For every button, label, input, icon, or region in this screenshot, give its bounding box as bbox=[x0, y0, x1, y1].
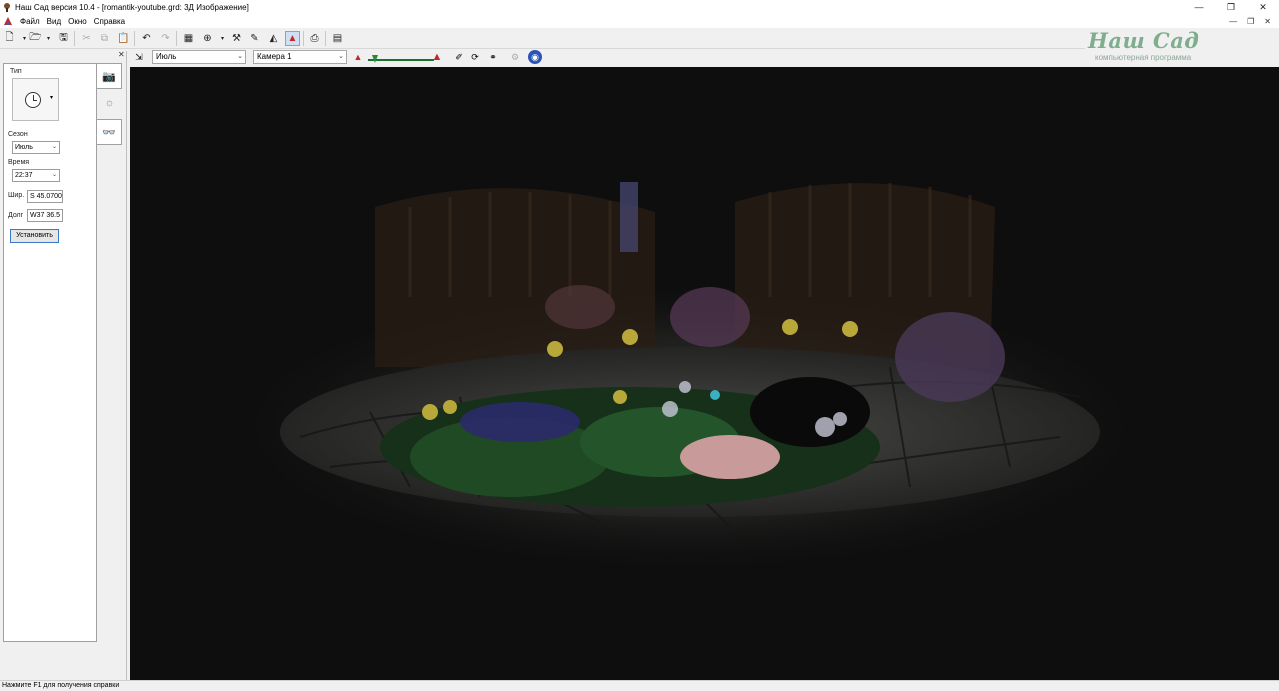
growth-large-icon: ▲ bbox=[431, 51, 443, 63]
grip-icon[interactable]: ⇲ bbox=[132, 50, 146, 64]
calculator-icon[interactable]: ▤ bbox=[330, 31, 345, 46]
latitude-input[interactable]: S 45.0700 bbox=[27, 190, 63, 203]
settings-panel-body: Тип ▾ Сезон Июль ⌄ Время 22:37 ⌄ Шир. S … bbox=[3, 63, 97, 642]
settings-panel: ✕ Тип ▾ Сезон Июль ⌄ Время 22:37 ⌄ Шир. … bbox=[0, 49, 130, 680]
3d-view-icon[interactable]: ▲ bbox=[285, 31, 300, 46]
longitude-label: Долг bbox=[8, 212, 24, 219]
doc-restore-button[interactable]: ❐ bbox=[1247, 17, 1254, 26]
type-label: Тип bbox=[10, 68, 22, 75]
menu-help[interactable]: Справка bbox=[94, 17, 125, 26]
doc-close-button[interactable]: ✕ bbox=[1264, 17, 1271, 26]
brand-logo: Наш Сад компьютерная программа bbox=[1085, 28, 1279, 66]
copy-icon[interactable]: ⧉ bbox=[97, 31, 112, 46]
chevron-down-icon: ⌄ bbox=[51, 172, 57, 178]
undo-icon[interactable]: ↶ bbox=[139, 31, 154, 46]
menu-file[interactable]: Файл bbox=[20, 17, 40, 26]
print-icon[interactable]: ⎙ bbox=[307, 31, 322, 46]
new-file-icon[interactable]: 🗋 bbox=[2, 31, 17, 46]
chevron-down-icon: ⌄ bbox=[338, 53, 344, 60]
camera-value: Камера 1 bbox=[257, 52, 292, 61]
logo-subtitle: компьютерная программа bbox=[1095, 53, 1192, 62]
restore-button[interactable]: ❐ bbox=[1215, 0, 1247, 14]
lupine bbox=[620, 182, 638, 252]
doc-minimize-button[interactable]: — bbox=[1229, 17, 1237, 26]
blue-flowers bbox=[460, 402, 580, 442]
season-label: Сезон bbox=[8, 131, 28, 138]
time-label: Время bbox=[8, 159, 30, 166]
menu-bar: Файл Вид Окно Справка bbox=[0, 14, 1279, 28]
pink-shrub bbox=[680, 435, 780, 479]
tool-icon[interactable]: ⚒ bbox=[229, 31, 244, 46]
view-toolbar: ⇲ Июль ⌄ Камера 1 ⌄ ▲ ▲ ✐ ⟳ ⚭ ⚙ ◉ bbox=[130, 49, 1085, 66]
paste-icon[interactable]: 📋 bbox=[116, 31, 131, 46]
chevron-down-icon: ▾ bbox=[50, 95, 54, 101]
longitude-input[interactable]: W37 36.5 bbox=[27, 209, 63, 222]
garden-render bbox=[220, 182, 1160, 577]
growth-small-icon: ▲ bbox=[353, 52, 363, 62]
close-button[interactable]: ✕ bbox=[1247, 0, 1279, 14]
target-icon[interactable]: ⊕ bbox=[200, 31, 215, 46]
bench-left bbox=[375, 188, 655, 367]
target-dropdown-icon[interactable]: ▾ bbox=[215, 31, 230, 46]
main-toolbar: 🗋 ▾ 🗁 ▾ 🖫 ✂ ⧉ 📋 ↶ ↷ ▦ ⊕ ▾ ⚒ ✎ ◭ ▲ ⎙ ▤ bbox=[0, 28, 1085, 49]
month-select[interactable]: Июль ⌄ bbox=[152, 50, 246, 64]
sun-power-icon[interactable]: ◉ bbox=[528, 50, 542, 64]
status-bar: Нажмите F1 для получения справки bbox=[0, 680, 1279, 690]
camera-tab[interactable]: 📷 bbox=[97, 63, 122, 89]
redo-icon[interactable]: ↷ bbox=[158, 31, 173, 46]
cut-icon[interactable]: ✂ bbox=[79, 31, 94, 46]
latitude-label: Шир. bbox=[8, 192, 25, 199]
chevron-down-icon: ⌄ bbox=[51, 144, 57, 150]
gear-icon[interactable]: ⚙ bbox=[508, 50, 522, 64]
panel-side-tabs: 📷 ☼ 👓 bbox=[97, 63, 122, 147]
eyedrop-icon[interactable]: ✐ bbox=[452, 50, 466, 64]
season-value: Июль bbox=[15, 144, 33, 151]
edit-icon[interactable]: ✎ bbox=[247, 31, 262, 46]
terrain-icon[interactable]: ◭ bbox=[266, 31, 281, 46]
chevron-down-icon: ⌄ bbox=[237, 53, 243, 60]
dark-rocks bbox=[750, 377, 870, 447]
document-window-controls: — ❐ ✕ bbox=[1229, 14, 1271, 28]
clock-icon bbox=[25, 92, 41, 108]
set-button[interactable]: Установить bbox=[10, 229, 59, 243]
camera-select[interactable]: Камера 1 ⌄ bbox=[253, 50, 347, 64]
panel-close-icon[interactable]: ✕ bbox=[118, 50, 125, 59]
time-picker[interactable]: 22:37 ⌄ bbox=[12, 169, 60, 182]
cyan-accent bbox=[710, 390, 720, 400]
menu-window[interactable]: Окно bbox=[68, 17, 87, 26]
time-value: 22:37 bbox=[15, 172, 33, 179]
open-dropdown-icon[interactable]: ▾ bbox=[41, 31, 56, 46]
lavender-bush bbox=[895, 312, 1005, 402]
month-value: Июль bbox=[156, 52, 177, 61]
save-icon[interactable]: 🖫 bbox=[56, 31, 71, 46]
refresh-icon[interactable]: ⟳ bbox=[468, 50, 482, 64]
logo-title: Наш Сад bbox=[1088, 28, 1200, 53]
app-icon bbox=[4, 3, 10, 12]
sun-tab[interactable]: ☼ bbox=[97, 90, 122, 116]
glasses-icon[interactable]: ⚭ bbox=[486, 50, 500, 64]
growth-slider[interactable] bbox=[368, 59, 434, 61]
minimize-button[interactable]: — bbox=[1183, 0, 1215, 14]
window-title: Наш Сад версия 10.4 - [romantik-youtube.… bbox=[15, 2, 249, 12]
3d-render-viewport[interactable] bbox=[130, 67, 1279, 680]
menu-view[interactable]: Вид bbox=[47, 17, 61, 26]
plot-view-icon[interactable]: ▦ bbox=[181, 31, 196, 46]
document-icon[interactable] bbox=[3, 16, 13, 26]
title-bar: Наш Сад версия 10.4 - [romantik-youtube.… bbox=[0, 0, 1279, 14]
glasses-tab[interactable]: 👓 bbox=[97, 119, 122, 145]
type-selector[interactable]: ▾ bbox=[12, 78, 59, 121]
season-select[interactable]: Июль ⌄ bbox=[12, 141, 60, 154]
